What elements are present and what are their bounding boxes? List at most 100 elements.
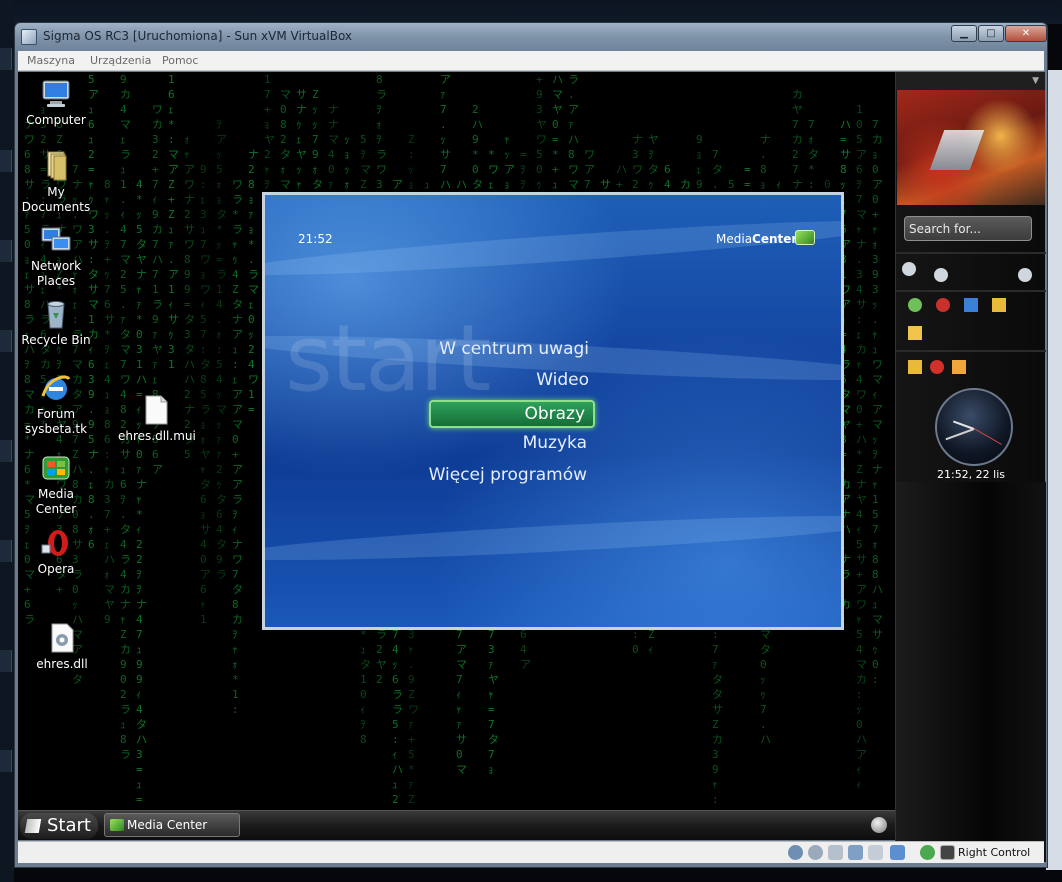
background-streak xyxy=(265,211,841,285)
guest-desktop[interactable]: ナ ワ 6 8 サ : ｧ 5 0 ｮ ｪ サ 8 ラ ｪ ハ ｦ 8 マ カ … xyxy=(18,72,895,810)
menu-bar: Maszyna Urządzenia Pomoc xyxy=(18,51,1044,71)
lightning-icon[interactable] xyxy=(908,360,922,374)
desktop-icon-forum-sysbeta[interactable]: Forum sysbeta.tk xyxy=(18,372,94,437)
folder-icon xyxy=(47,151,67,181)
slideshow-image xyxy=(929,130,985,170)
start-label: Start xyxy=(47,815,91,836)
desktop-icon-network-places[interactable]: Network Places xyxy=(18,224,94,289)
media-center-time: 21:52 xyxy=(298,232,333,246)
start-button[interactable]: Start xyxy=(20,813,98,839)
menu-item-wiecej-programow[interactable]: Więcej programów xyxy=(395,465,587,491)
host-icon-partial[interactable] xyxy=(0,750,12,772)
globe-icon[interactable] xyxy=(908,298,922,312)
desktop-icon-label: My Documents xyxy=(21,185,91,214)
host-background-window xyxy=(1046,70,1062,870)
brand-light: Media xyxy=(716,232,753,246)
window-icon[interactable] xyxy=(964,298,978,312)
opera-icon xyxy=(41,530,68,556)
toolbox-icon[interactable] xyxy=(952,360,966,374)
host-icon-partial[interactable] xyxy=(0,48,12,70)
host-icon-partial[interactable] xyxy=(0,240,12,262)
taskbar-item-media-center[interactable]: Media Center xyxy=(104,813,240,837)
desktop-icon-label: ehres.dll xyxy=(36,657,88,671)
tray-orb-icon[interactable] xyxy=(871,817,887,833)
network-icon xyxy=(41,227,71,251)
sidebar-divider xyxy=(896,290,1046,292)
media-center-window[interactable]: 21:52 MediaCenter start W centrum uwagi … xyxy=(262,192,844,630)
computer-icon xyxy=(42,80,70,107)
menu-item-wideo[interactable]: Wideo xyxy=(395,370,589,396)
desktop-icon-opera[interactable]: Opera xyxy=(18,527,94,577)
desktop-icon-label: Network Places xyxy=(30,259,82,288)
screen: Sigma OS RC3 [Uruchomiona] - Sun xVM Vir… xyxy=(0,0,1062,882)
sidebar-header: ▼ xyxy=(896,72,1045,90)
mouse-integration-icon[interactable] xyxy=(920,845,935,860)
desktop-icon-my-documents[interactable]: My Documents xyxy=(18,150,94,215)
sidebar-search-input[interactable]: Search for... xyxy=(904,216,1032,241)
security-icon[interactable] xyxy=(936,298,950,312)
floppy-icon[interactable] xyxy=(828,845,843,860)
usb-icon[interactable] xyxy=(868,845,883,860)
matrix-rain-column: 1 0 5 ア 6 ｦ 7 マ ｬ ナ . 3 4 サ : ｪ カ ｬ 4 ワ … xyxy=(856,103,867,791)
cd-drive-icon[interactable] xyxy=(808,845,823,860)
background-streak xyxy=(265,507,841,569)
maximize-button[interactable]: □ xyxy=(978,25,1004,42)
matrix-rain-column: ｦ ア ｯ 5 ｫ ｮ タ * ｯ = ラ 1 4 . ｫ : 5 4 ｯ マ … xyxy=(216,118,227,581)
desktop-icon-label: Computer xyxy=(26,113,86,127)
host-desktop-top xyxy=(0,0,1062,24)
desktop-icon-label: Opera xyxy=(37,562,75,576)
desktop-icon-label: Recycle Bin xyxy=(21,333,91,347)
clock-gadget[interactable] xyxy=(935,388,1013,466)
slideshow-gadget[interactable] xyxy=(897,90,1045,205)
network-adapter-icon[interactable] xyxy=(848,845,863,860)
hard-disk-icon[interactable] xyxy=(788,845,803,860)
chat-bubbles-icon[interactable] xyxy=(902,262,916,276)
lightning-icon[interactable] xyxy=(992,298,1006,312)
menu-pomoc[interactable]: Pomoc xyxy=(162,54,198,67)
media-center-brand: MediaCenter xyxy=(716,232,797,246)
menu-item-muzyka[interactable]: Muzyka xyxy=(395,433,587,459)
clock-second-hand xyxy=(973,428,1002,445)
shared-folder-icon[interactable] xyxy=(890,845,905,860)
matrix-rain-column: 7 カ ｮ 0 ア 0 + ｬ ｫ 3 9 3 ｯ . ｬ ｭ ワ マ ｨ ア … xyxy=(872,118,883,686)
sidebar-arrow-icon[interactable]: ▼ xyxy=(1032,76,1039,86)
host-icon-partial[interactable] xyxy=(0,540,12,562)
file-icon xyxy=(145,395,168,425)
guest-taskbar: Start Media Center xyxy=(18,810,895,840)
media-center-logo-icon xyxy=(795,230,815,245)
menu-maszyna[interactable]: Maszyna xyxy=(27,54,75,67)
menu-item-obrazy[interactable]: Obrazy xyxy=(429,400,595,428)
menu-item-w-centrum-uwagi[interactable]: W centrum uwagi xyxy=(395,339,589,365)
desktop-icon-ehres-dll[interactable]: ehres.dll xyxy=(24,622,100,672)
host-icon-partial[interactable] xyxy=(0,440,12,462)
brand-bold: Center xyxy=(752,232,798,246)
window-title: Sigma OS RC3 [Uruchomiona] - Sun xVM Vir… xyxy=(43,29,353,43)
host-key-icon xyxy=(940,845,955,860)
desktop-icon-label: ehres.dll.mui xyxy=(118,429,196,443)
desktop-icon-computer[interactable]: Computer xyxy=(18,78,94,128)
sidebar-empty-area xyxy=(896,482,1046,862)
desktop-icon-recycle-bin[interactable]: Recycle Bin xyxy=(18,298,94,348)
host-key-label: Right Control xyxy=(958,846,1031,859)
host-icon-partial[interactable] xyxy=(0,650,12,672)
chat-bubble-icon[interactable] xyxy=(934,268,948,282)
windows-sidebar: ▼ Search for... 21:52, 22 lis xyxy=(895,72,1046,862)
clock-minute-hand xyxy=(945,428,975,441)
desktop-icon-ehres-dll-mui[interactable]: ehres.dll.mui xyxy=(118,394,196,444)
host-icon-partial[interactable] xyxy=(0,330,12,352)
virtualbox-app-icon xyxy=(21,29,37,45)
menu-urzadzenia[interactable]: Urządzenia xyxy=(90,54,151,67)
shield-icon[interactable] xyxy=(930,360,944,374)
close-button[interactable]: ✕ xyxy=(1005,25,1047,42)
host-icon-partial[interactable] xyxy=(0,150,12,172)
host-desktop-left-strip xyxy=(0,0,14,882)
internet-explorer-icon xyxy=(41,375,71,400)
chat-bubble-icon[interactable] xyxy=(1018,268,1032,282)
sidebar-divider xyxy=(896,350,1046,352)
desktop-icon-media-center[interactable]: Media Center xyxy=(18,452,94,517)
star-icon[interactable] xyxy=(908,326,922,340)
window-title-bar[interactable]: Sigma OS RC3 [Uruchomiona] - Sun xVM Vir… xyxy=(15,23,1047,51)
minimize-button[interactable]: ▁ xyxy=(951,25,977,42)
sidebar-divider xyxy=(896,252,1046,254)
desktop-icon-label: Forum sysbeta.tk xyxy=(24,407,88,436)
